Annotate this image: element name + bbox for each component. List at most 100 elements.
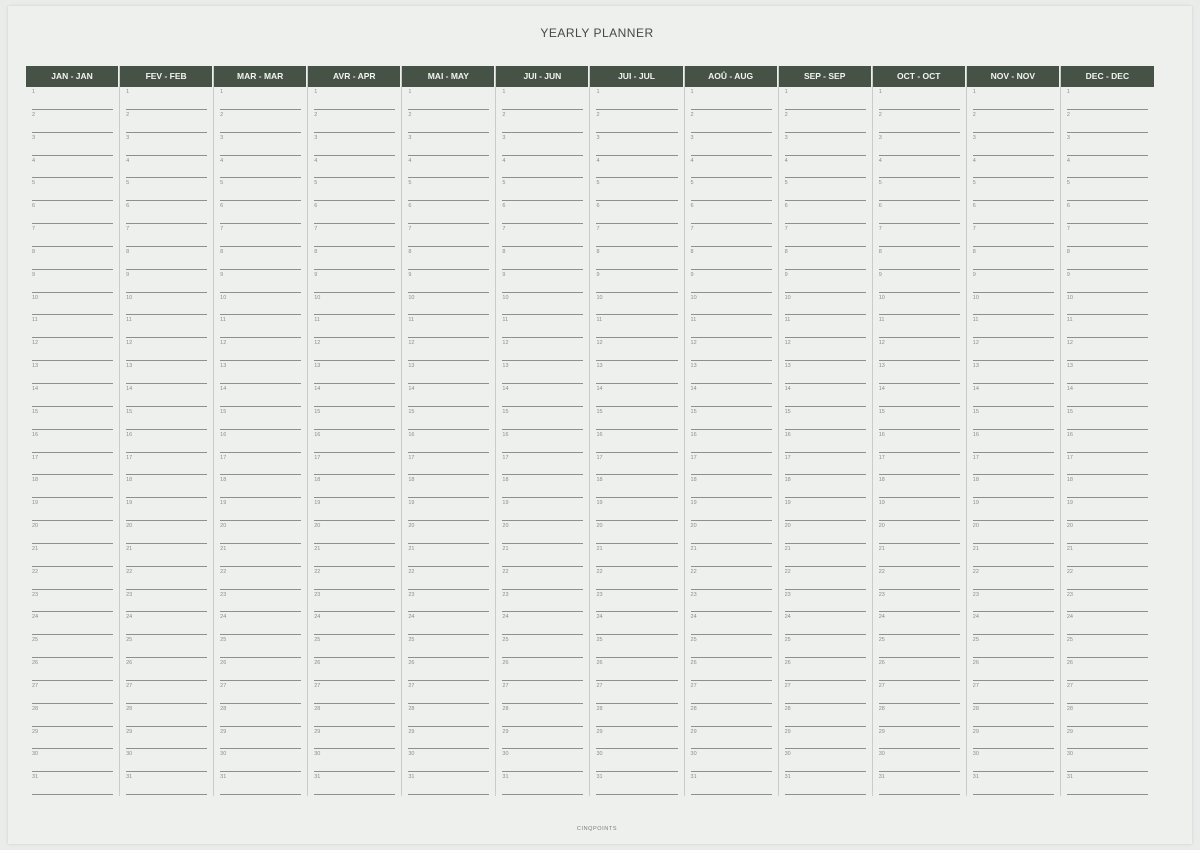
day-entry-line[interactable]: 14 [878,384,960,407]
day-entry-line[interactable]: 31 [784,772,866,796]
day-entry-line[interactable]: 19 [596,498,678,522]
day-entry-line[interactable]: 26 [596,658,678,681]
day-entry-line[interactable]: 30 [690,749,772,773]
day-entry-line[interactable]: 5 [690,178,772,202]
day-entry-line[interactable]: 25 [878,635,960,659]
day-entry-line[interactable]: 25 [126,635,208,659]
day-entry-line[interactable]: 27 [126,681,208,704]
day-entry-line[interactable]: 14 [408,384,490,407]
day-entry-line[interactable]: 6 [220,201,302,225]
day-entry-line[interactable]: 27 [1066,681,1148,704]
day-entry-line[interactable]: 17 [314,453,396,476]
day-entry-line[interactable]: 5 [314,178,396,202]
day-entry-line[interactable]: 7 [126,224,208,247]
day-entry-line[interactable]: 17 [972,453,1054,476]
day-entry-line[interactable]: 30 [878,749,960,773]
day-entry-line[interactable]: 22 [972,567,1054,590]
day-entry-line[interactable]: 21 [314,544,396,567]
day-entry-line[interactable]: 6 [878,201,960,225]
day-entry-line[interactable]: 26 [220,658,302,681]
day-entry-line[interactable]: 21 [408,544,490,567]
day-entry-line[interactable]: 19 [1066,498,1148,522]
day-entry-line[interactable]: 12 [878,338,960,362]
day-entry-line[interactable]: 13 [32,361,114,384]
day-entry-line[interactable]: 25 [502,635,584,659]
day-entry-line[interactable]: 3 [502,133,584,156]
day-entry-line[interactable]: 23 [1066,590,1148,613]
day-entry-line[interactable]: 5 [1066,178,1148,202]
day-entry-line[interactable]: 18 [220,475,302,499]
day-entry-line[interactable]: 29 [596,727,678,750]
day-entry-line[interactable]: 20 [220,521,302,544]
day-entry-line[interactable]: 22 [690,567,772,590]
day-entry-line[interactable]: 24 [596,612,678,636]
day-entry-line[interactable]: 7 [408,224,490,247]
day-entry-line[interactable]: 13 [972,361,1054,384]
day-entry-line[interactable]: 14 [1066,384,1148,407]
day-entry-line[interactable]: 15 [690,407,772,430]
day-entry-line[interactable]: 12 [596,338,678,362]
day-entry-line[interactable]: 25 [32,635,114,659]
day-entry-line[interactable]: 22 [314,567,396,590]
day-entry-line[interactable]: 10 [690,293,772,316]
day-entry-line[interactable]: 19 [314,498,396,522]
day-entry-line[interactable]: 9 [972,270,1054,293]
day-entry-line[interactable]: 25 [972,635,1054,659]
day-entry-line[interactable]: 20 [502,521,584,544]
day-entry-line[interactable]: 19 [690,498,772,522]
day-entry-line[interactable]: 21 [126,544,208,567]
day-entry-line[interactable]: 14 [220,384,302,407]
day-entry-line[interactable]: 1 [784,87,866,110]
day-entry-line[interactable]: 29 [784,727,866,750]
day-entry-line[interactable]: 10 [784,293,866,316]
day-entry-line[interactable]: 11 [690,315,772,339]
day-entry-line[interactable]: 22 [1066,567,1148,590]
day-entry-line[interactable]: 24 [314,612,396,636]
day-entry-line[interactable]: 25 [220,635,302,659]
day-entry-line[interactable]: 21 [220,544,302,567]
day-entry-line[interactable]: 6 [502,201,584,225]
day-entry-line[interactable]: 23 [126,590,208,613]
day-entry-line[interactable]: 27 [596,681,678,704]
day-entry-line[interactable]: 15 [596,407,678,430]
day-entry-line[interactable]: 9 [314,270,396,293]
day-entry-line[interactable]: 11 [972,315,1054,339]
day-entry-line[interactable]: 23 [972,590,1054,613]
day-entry-line[interactable]: 4 [690,156,772,179]
day-entry-line[interactable]: 15 [32,407,114,430]
day-entry-line[interactable]: 26 [502,658,584,681]
day-entry-line[interactable]: 2 [878,110,960,133]
day-entry-line[interactable]: 29 [314,727,396,750]
day-entry-line[interactable]: 17 [690,453,772,476]
day-entry-line[interactable]: 7 [972,224,1054,247]
day-entry-line[interactable]: 21 [784,544,866,567]
day-entry-line[interactable]: 24 [502,612,584,636]
day-entry-line[interactable]: 15 [220,407,302,430]
day-entry-line[interactable]: 16 [314,430,396,453]
day-entry-line[interactable]: 13 [220,361,302,384]
day-entry-line[interactable]: 27 [314,681,396,704]
day-entry-line[interactable]: 2 [502,110,584,133]
day-entry-line[interactable]: 10 [502,293,584,316]
day-entry-line[interactable]: 13 [502,361,584,384]
day-entry-line[interactable]: 19 [502,498,584,522]
day-entry-line[interactable]: 11 [784,315,866,339]
day-entry-line[interactable]: 16 [972,430,1054,453]
day-entry-line[interactable]: 12 [784,338,866,362]
day-entry-line[interactable]: 29 [972,727,1054,750]
day-entry-line[interactable]: 26 [32,658,114,681]
day-entry-line[interactable]: 27 [690,681,772,704]
day-entry-line[interactable]: 18 [1066,475,1148,499]
day-entry-line[interactable]: 26 [1066,658,1148,681]
day-entry-line[interactable]: 21 [972,544,1054,567]
day-entry-line[interactable]: 16 [408,430,490,453]
day-entry-line[interactable]: 21 [1066,544,1148,567]
day-entry-line[interactable]: 13 [784,361,866,384]
day-entry-line[interactable]: 8 [32,247,114,270]
day-entry-line[interactable]: 27 [878,681,960,704]
day-entry-line[interactable]: 5 [784,178,866,202]
day-entry-line[interactable]: 23 [32,590,114,613]
day-entry-line[interactable]: 29 [690,727,772,750]
day-entry-line[interactable]: 30 [408,749,490,773]
day-entry-line[interactable]: 9 [784,270,866,293]
